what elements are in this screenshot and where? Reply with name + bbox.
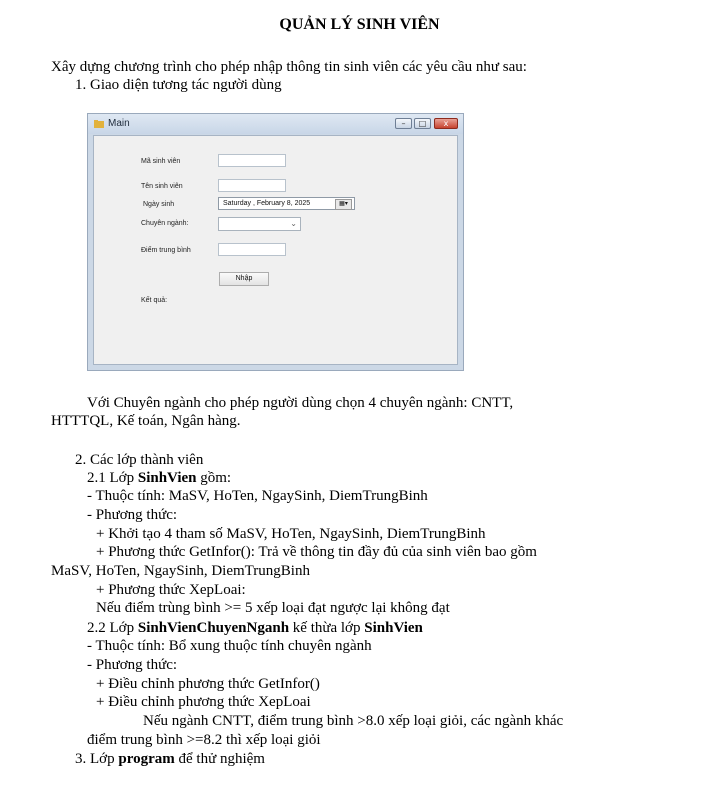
- calendar-dropdown-icon[interactable]: ▦▾: [335, 199, 352, 210]
- document-title: QUẢN LÝ SINH VIÊN: [279, 16, 440, 33]
- s21-classname: SinhVien: [137, 470, 197, 486]
- close-button[interactable]: x: [434, 118, 458, 129]
- s22-attr: - Thuộc tính: Bổ xung thuộc tính chuyên …: [87, 638, 372, 654]
- s21-post: gồm:: [196, 470, 232, 486]
- s22-methods: - Phương thức:: [87, 657, 178, 673]
- ten-input[interactable]: [218, 179, 286, 192]
- label-ketqua: Kết quả:: [141, 297, 168, 304]
- date-value: Saturday , February 8, 2025: [223, 200, 311, 207]
- item-3-heading: 3. Lớp program để thử nghiệm: [75, 750, 265, 768]
- window-title: Main: [108, 118, 130, 129]
- s21-m3-desc: Nếu điểm trùng bình >= 5 xếp loại đạt ng…: [96, 600, 450, 616]
- s22-m2-desc-line1: Nếu ngành CNTT, điểm trung bình >8.0 xếp…: [143, 713, 564, 729]
- para1-line1: Với Chuyên ngành cho phép người dùng chọ…: [87, 395, 514, 411]
- item-1-heading: 1. Giao diện tương tác người dùng: [75, 77, 282, 93]
- s21-pre: 2.1 Lớp: [87, 470, 138, 486]
- masv-input[interactable]: [218, 154, 286, 167]
- s21-m3: + Phương thức XepLoai:: [96, 582, 246, 598]
- s22-heading: 2.2 Lớp SinhVienChuyenNganh kế thừa lớp …: [87, 619, 423, 637]
- s21-attr: - Thuộc tính: MaSV, HoTen, NgaySinh, Die…: [87, 488, 428, 504]
- item3-post: để thử nghiệm: [174, 751, 265, 767]
- s21-heading: 2.1 Lớp SinhVien gồm:: [87, 469, 231, 487]
- para1-line2: HTTTQL, Kế toán, Ngân hàng.: [51, 413, 241, 429]
- s21-methods: - Phương thức:: [87, 507, 178, 523]
- intro-text: Xây dựng chương trình cho phép nhập thôn…: [51, 59, 527, 75]
- label-ngaysinh: Ngày sinh: [143, 201, 175, 208]
- window-titlebar: Main – □ x: [88, 114, 463, 134]
- s22-m2: + Điều chỉnh phương thức XepLoai: [96, 694, 311, 710]
- label-masv: Mã sinh viên: [141, 158, 181, 165]
- s22-pre: 2.2 Lớp: [87, 620, 138, 636]
- s21-m2-line2: MaSV, HoTen, NgaySinh, DiemTrungBinh: [51, 563, 310, 579]
- chevron-down-icon: ⌄: [290, 219, 297, 228]
- item-2-heading: 2. Các lớp thành viên: [75, 452, 204, 468]
- chuyennganh-combobox[interactable]: ⌄: [218, 217, 301, 231]
- label-ten: Tên sinh viên: [141, 183, 183, 190]
- ngaysinh-datepicker[interactable]: Saturday , February 8, 2025 ▦▾: [218, 197, 355, 210]
- maximize-button[interactable]: □: [414, 118, 431, 129]
- main-window-screenshot: Main – □ x Mã sinh viên Tên sinh viên Ng…: [87, 113, 464, 371]
- diem-input[interactable]: [218, 243, 286, 256]
- item3-pre: 3. Lớp: [75, 751, 119, 767]
- nhap-button[interactable]: Nhập: [219, 272, 269, 286]
- s22-m2-desc-line2: điểm trung bình >=8.2 thì xếp loại giỏi: [87, 732, 321, 748]
- item3-bold: program: [118, 751, 175, 767]
- label-diem: Điểm trung bình: [141, 247, 191, 254]
- app-icon: [94, 120, 104, 128]
- s22-m1: + Điều chỉnh phương thức GetInfor(): [96, 676, 320, 692]
- s21-m1: + Khởi tạo 4 tham số MaSV, HoTen, NgaySi…: [96, 526, 486, 542]
- label-chuyennganh: Chuyên ngành:: [141, 220, 189, 227]
- s21-m2-line1: + Phương thức GetInfor(): Trả về thông t…: [96, 544, 537, 560]
- s22-classname: SinhVienChuyenNganh: [137, 620, 290, 636]
- window-client-area: Mã sinh viên Tên sinh viên Ngày sinh Sat…: [93, 135, 458, 365]
- minimize-button[interactable]: –: [395, 118, 412, 129]
- s22-baseclass: SinhVien: [364, 620, 423, 636]
- s22-mid: kế thừa lớp: [289, 620, 365, 636]
